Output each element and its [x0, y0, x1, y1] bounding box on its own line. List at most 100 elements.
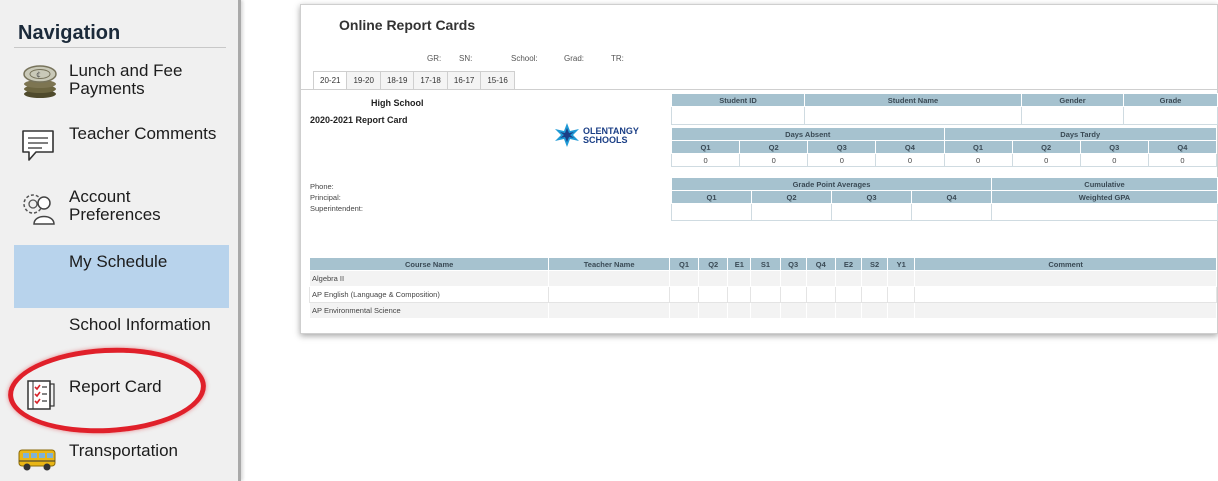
gpa-q3 — [831, 203, 912, 221]
year-tabs: 20-21 19-20 18-19 17-18 16-17 15-16 — [313, 71, 515, 89]
nav-divider — [14, 47, 226, 48]
meta-gr: GR: — [427, 54, 442, 63]
svg-text:¢: ¢ — [36, 70, 41, 79]
logo-line-2: SCHOOLS — [583, 135, 628, 145]
comment-header: Comment — [914, 257, 1217, 271]
nav-item-label: Transportation — [69, 441, 178, 460]
meta-tr: TR: — [611, 54, 624, 63]
grade-column-header: Q1 — [668, 257, 700, 271]
quarter-header: Q2 — [1011, 140, 1081, 154]
absent-q4: 0 — [875, 153, 945, 167]
student-name-header: Student Name — [804, 93, 1022, 107]
school-name: High School — [371, 98, 424, 108]
tabs-divider — [301, 89, 1217, 90]
star-logo-icon — [555, 123, 579, 147]
bus-icon — [16, 444, 60, 479]
grade-column-header: S1 — [750, 257, 781, 271]
tab-year[interactable]: 20-21 — [313, 71, 348, 89]
course-name: Algebra II — [308, 270, 550, 287]
nav-item-transportation[interactable]: Transportation — [14, 436, 229, 476]
superintendent-label: Superintendent: — [310, 204, 363, 213]
tab-year[interactable]: 19-20 — [346, 71, 381, 89]
grade-column-header: S2 — [860, 257, 889, 271]
weighted-gpa-header: Weighted GPA — [991, 190, 1218, 204]
meta-sn: SN: — [459, 54, 473, 63]
tardy-q1: 0 — [943, 153, 1013, 167]
nav-item-my-schedule[interactable]: My Schedule — [14, 245, 229, 308]
quarter-header: Q4 — [911, 190, 992, 204]
course-name: AP Environmental Science — [308, 302, 550, 319]
tardy-q4: 0 — [1147, 153, 1218, 167]
nav-item-label: School Information — [69, 315, 211, 334]
coins-icon: ¢ — [20, 62, 62, 105]
user-gear-icon — [20, 190, 60, 233]
navigation-sidebar: Navigation ¢ Lunch and Fee Payments Teac… — [0, 0, 241, 481]
quarter-header: Q2 — [739, 140, 809, 154]
student-name-value — [804, 106, 1022, 125]
nav-item-label: My Schedule — [69, 252, 168, 271]
student-id-header: Student ID — [671, 93, 805, 107]
nav-item-label: Account Preferences — [69, 187, 161, 224]
tardy-q3: 0 — [1079, 153, 1149, 167]
absent-q2: 0 — [739, 153, 809, 167]
gpa-q4 — [911, 203, 992, 221]
quarter-header: Q3 — [1079, 140, 1149, 154]
gpa-table: Grade Point Averages Cumulative Q1 Q2 Q3… — [671, 177, 1218, 221]
gpa-header: Grade Point Averages — [671, 177, 992, 191]
comment-icon — [20, 127, 58, 170]
tab-year[interactable]: 18-19 — [379, 71, 415, 89]
days-tardy-header: Days Tardy — [943, 127, 1217, 141]
student-info-table: Student ID Student Name Gender Grade — [671, 93, 1218, 125]
absent-q1: 0 — [670, 153, 741, 167]
weighted-gpa-value — [991, 203, 1218, 221]
attendance-table: Days Absent Days Tardy Q1 Q2 Q3 Q4 Q1 Q2… — [670, 127, 1218, 167]
nav-item-account-preferences[interactable]: Account Preferences — [14, 186, 229, 232]
grade-column-header: Q4 — [805, 257, 836, 271]
grade-value — [1123, 106, 1218, 125]
gender-header: Gender — [1021, 93, 1124, 107]
course-name-header: Course Name — [308, 257, 550, 271]
courses-table: Course Name Teacher Name Q1 Q2 E1 S1 Q3 … — [308, 257, 1217, 319]
course-row: AP Environmental Science — [308, 302, 1217, 319]
student-id-value — [671, 106, 805, 125]
nav-item-teacher-comments[interactable]: Teacher Comments — [14, 123, 229, 169]
report-card-year: 2020-2021 Report Card — [310, 115, 408, 125]
quarter-header: Q1 — [670, 140, 741, 154]
nav-item-label: Teacher Comments — [69, 124, 217, 143]
tardy-q2: 0 — [1011, 153, 1081, 167]
quarter-header: Q2 — [751, 190, 832, 204]
nav-item-label: Lunch and Fee Payments — [69, 61, 183, 98]
tab-year[interactable]: 17-18 — [413, 71, 448, 89]
report-card-title: Online Report Cards — [339, 17, 476, 33]
nav-title: Navigation — [18, 22, 121, 44]
quarter-header: Q1 — [943, 140, 1013, 154]
grade-column-header: E2 — [834, 257, 863, 271]
gpa-q1 — [671, 203, 752, 221]
meta-grad: Grad: — [564, 54, 585, 63]
quarter-header: Q3 — [807, 140, 877, 154]
quarter-header: Q3 — [831, 190, 912, 204]
nav-item-lunch-fee-payments[interactable]: ¢ Lunch and Fee Payments — [14, 58, 229, 106]
absent-q3: 0 — [807, 153, 877, 167]
principal-label: Principal: — [310, 193, 341, 202]
report-card-highlight-ring — [5, 342, 209, 439]
grade-column-header: Y1 — [887, 257, 916, 271]
gpa-q2 — [751, 203, 832, 221]
quarter-header: Q4 — [1147, 140, 1218, 154]
district-logo: OLENTANGY SCHOOLS — [553, 123, 643, 149]
tab-year[interactable]: 15-16 — [480, 71, 515, 89]
grade-header: Grade — [1123, 93, 1218, 107]
tab-year[interactable]: 16-17 — [446, 71, 482, 89]
quarter-header: Q4 — [875, 140, 945, 154]
course-row: Algebra II — [308, 270, 1217, 287]
teacher-name-header: Teacher Name — [548, 257, 670, 271]
meta-school: School: — [511, 54, 538, 63]
report-card-panel: Online Report Cards GR: SN: School: Grad… — [300, 4, 1218, 334]
grade-column-header: Q2 — [698, 257, 729, 271]
cumulative-header: Cumulative — [991, 177, 1218, 191]
gender-value — [1021, 106, 1124, 125]
course-name: AP English (Language & Composition) — [308, 286, 550, 303]
quarter-header: Q1 — [671, 190, 752, 204]
days-absent-header: Days Absent — [671, 127, 945, 141]
phone-label: Phone: — [310, 182, 334, 191]
